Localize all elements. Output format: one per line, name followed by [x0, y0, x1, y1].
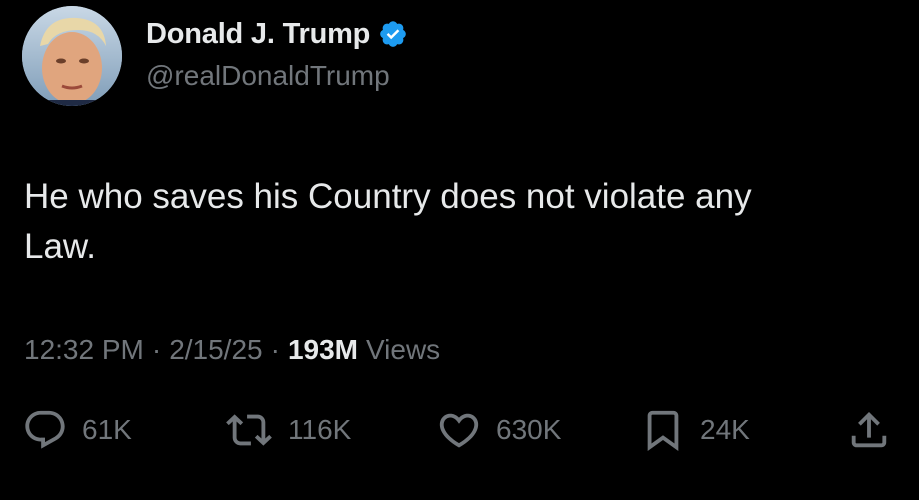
- tweet-text: He who saves his Country does not violat…: [24, 177, 752, 266]
- author-handle[interactable]: @realDonaldTrump: [146, 60, 390, 92]
- bookmark-button[interactable]: 24K: [640, 405, 750, 455]
- avatar[interactable]: [22, 6, 122, 106]
- like-count: 630K: [496, 414, 562, 445]
- views-count: 193M: [287, 334, 358, 365]
- author-name-row: Donald J. Trump: [146, 14, 408, 54]
- tweet: Donald J. Trump @realDonaldTrump He who …: [0, 0, 919, 500]
- repost-button[interactable]: 116K: [224, 405, 351, 455]
- reply-button[interactable]: 61K: [22, 405, 132, 455]
- tweet-meta: 12:32 PM · 2/15/25 · 193M Views: [24, 334, 440, 366]
- bookmark-count: 24K: [700, 414, 750, 445]
- views-label: Views: [365, 334, 441, 365]
- reply-count: 61K: [82, 414, 132, 445]
- reply-icon: [25, 410, 65, 449]
- action-bar: 61K 116K 630K 24K: [0, 405, 919, 455]
- repost-count: 116K: [288, 414, 352, 445]
- share-button[interactable]: [846, 405, 892, 455]
- share-icon: [851, 411, 887, 448]
- avatar-image: [22, 6, 122, 106]
- meta-separator: ·: [151, 334, 162, 365]
- author-name[interactable]: Donald J. Trump: [146, 18, 370, 51]
- heart-icon: [439, 413, 479, 448]
- repost-icon: [226, 414, 272, 446]
- tweet-time[interactable]: 12:32 PM: [24, 334, 144, 366]
- verified-badge-icon[interactable]: [378, 19, 408, 49]
- tweet-date[interactable]: 2/15/25: [169, 334, 262, 366]
- bookmark-icon: [647, 410, 679, 451]
- meta-separator: ·: [270, 334, 280, 365]
- like-button[interactable]: 630K: [436, 405, 561, 455]
